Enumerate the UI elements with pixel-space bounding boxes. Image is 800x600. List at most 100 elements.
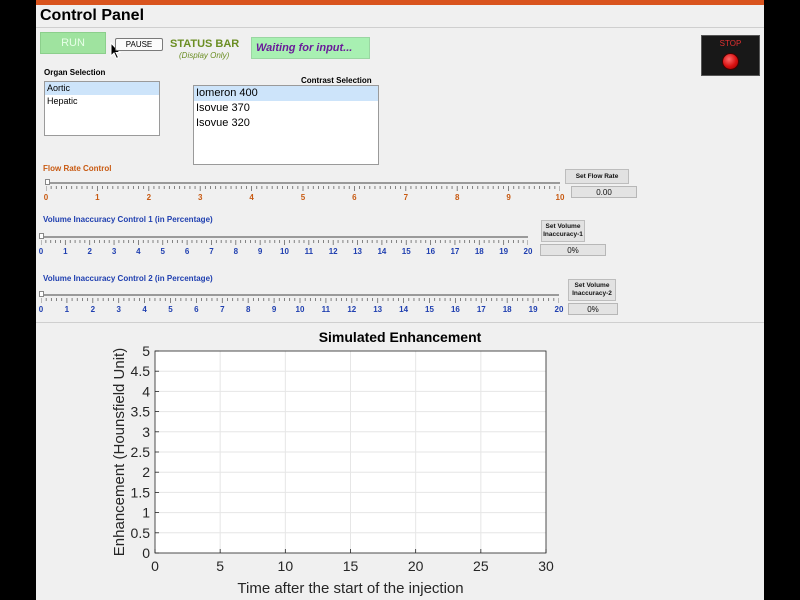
status-bar-label: STATUS BAR	[170, 38, 240, 50]
slider-tick-label: 6	[184, 247, 190, 256]
slider-tick-label: 3	[111, 247, 117, 256]
y-tick-label: 3	[142, 424, 150, 440]
slider-tick-label: 2	[90, 305, 96, 314]
slider-tick-label: 6	[194, 305, 199, 314]
status-bar-sublabel: (Display Only)	[179, 51, 230, 60]
slider-tick-label: 7	[403, 193, 409, 202]
page-title: Control Panel	[40, 7, 145, 24]
run-button[interactable]: RUN	[40, 32, 106, 54]
y-tick-label: 1.5	[131, 484, 151, 500]
slider-tick-label: 2	[87, 247, 92, 256]
slider-tick-label: 4	[136, 247, 141, 256]
y-tick-label: 0.5	[131, 525, 151, 541]
divider	[36, 27, 764, 28]
slider-tick-label: 4	[249, 193, 254, 202]
y-tick-label: 2	[142, 464, 150, 480]
status-bar: Waiting for input...	[251, 37, 370, 59]
flow-rate-label: Flow Rate Control	[43, 164, 112, 173]
slider-tick-label: 15	[401, 247, 411, 256]
slider-tick-label: 0	[38, 247, 44, 256]
slider-tick-label: 18	[502, 305, 512, 314]
stop-lamp-icon	[722, 53, 739, 70]
slider-tick-label: 10	[295, 305, 305, 314]
y-tick-label: 4	[142, 383, 150, 399]
organ-listbox[interactable]: Aortic Hepatic	[44, 81, 160, 136]
slider-tick-label: 5	[168, 305, 173, 314]
slider-tick-label: 15	[425, 305, 434, 314]
y-tick-label: 4.5	[131, 363, 151, 379]
slider-tick-label: 10	[555, 193, 565, 202]
x-tick-label: 20	[408, 558, 424, 574]
set-flow-rate-button[interactable]: Set Flow Rate	[565, 169, 629, 184]
enhancement-chart: 0 5 10 15 20 25 30 0 0.5 1 1.5 2 2.5 3 3.5 4 4.5 5 Time af…	[111, 343, 554, 597]
volume-inaccuracy-1-slider[interactable]	[41, 236, 528, 238]
slider-tick-label: 1	[64, 305, 70, 314]
x-tick-label: 25	[473, 558, 489, 574]
x-axis-label: Time after the start of the injection	[237, 580, 463, 597]
contrast-listbox[interactable]: Iomeron 400 Isovue 370 Isovue 320	[193, 85, 379, 165]
flow-rate-slider[interactable]	[46, 182, 560, 184]
contrast-selection-label: Contrast Selection	[301, 76, 372, 85]
flow-rate-value: 0.00	[571, 186, 637, 198]
volume-inaccuracy-2-label: Volume Inaccuracy Control 2 (in Percenta…	[43, 274, 213, 283]
volume-inaccuracy-1-value: 0%	[540, 244, 606, 256]
y-tick-label: 3.5	[131, 404, 151, 420]
y-tick-label: 1	[142, 505, 150, 521]
slider-tick-label: 5	[300, 193, 306, 202]
slider-tick-label: 1	[63, 247, 68, 256]
volume-inaccuracy-1-tick-marks	[41, 240, 528, 245]
y-tick-label: 2.5	[131, 444, 151, 460]
slider-tick-label: 9	[271, 305, 277, 314]
contrast-item-isovue-320[interactable]: Isovue 320	[194, 116, 378, 131]
slider-tick-label: 16	[450, 305, 460, 314]
slider-tick-label: 9	[506, 193, 511, 202]
slider-tick-label: 13	[353, 247, 362, 256]
organ-item-aortic[interactable]: Aortic	[45, 82, 159, 95]
slider-tick-label: 8	[245, 305, 251, 314]
organ-selection-label: Organ Selection	[44, 68, 106, 77]
divider	[36, 322, 764, 323]
slider-tick-label: 14	[399, 305, 409, 314]
slider-tick-label: 1	[95, 193, 100, 202]
volume-inaccuracy-1-label: Volume Inaccuracy Control 1 (in Percenta…	[43, 215, 213, 224]
slider-tick-label: 20	[523, 247, 533, 256]
slider-tick-label: 19	[528, 305, 538, 314]
flow-rate-slider-thumb[interactable]	[45, 179, 50, 185]
slider-tick-label: 11	[321, 305, 331, 314]
slider-tick-label: 2	[146, 193, 152, 202]
volume-inaccuracy-2-slider[interactable]	[41, 294, 559, 296]
slider-tick-label: 8	[454, 193, 460, 202]
stop-button[interactable]: STOP	[701, 35, 760, 76]
slider-tick-label: 0	[43, 193, 49, 202]
slider-tick-label: 7	[220, 305, 225, 314]
y-axis-label: Enhancement (Hounsfield Unit)	[111, 348, 128, 556]
x-tick-label: 30	[538, 558, 554, 574]
slider-tick-label: 5	[160, 247, 165, 256]
contrast-item-iomeron-400[interactable]: Iomeron 400	[194, 86, 378, 101]
slider-tick-label: 3	[197, 193, 203, 202]
slider-tick-label: 12	[347, 305, 357, 314]
slider-tick-label: 16	[426, 247, 436, 256]
slider-tick-label: 6	[352, 193, 357, 202]
accent-bar	[36, 0, 764, 5]
y-tick-label: 5	[142, 343, 150, 359]
slider-tick-label: 0	[38, 305, 44, 314]
slider-tick-label: 8	[233, 247, 239, 256]
y-tick-label: 0	[142, 545, 150, 561]
contrast-item-isovue-370[interactable]: Isovue 370	[194, 101, 378, 116]
slider-tick-label: 17	[476, 305, 486, 314]
slider-tick-label: 19	[499, 247, 509, 256]
slider-tick-label: 17	[450, 247, 460, 256]
slider-tick-label: 9	[257, 247, 263, 256]
volume-inaccuracy-1-slider-thumb[interactable]	[39, 233, 44, 239]
volume-inaccuracy-2-tick-marks	[41, 298, 559, 303]
set-volume-inaccuracy-1-button[interactable]: Set Volume Inaccuracy-1	[541, 220, 585, 242]
slider-tick-label: 14	[377, 247, 387, 256]
volume-inaccuracy-2-slider-thumb[interactable]	[39, 291, 44, 297]
slider-tick-label: 11	[304, 247, 314, 256]
pause-button[interactable]: PAUSE	[115, 38, 163, 51]
x-tick-label: 5	[216, 558, 224, 574]
slider-tick-label: 3	[116, 305, 121, 314]
set-volume-inaccuracy-2-button[interactable]: Set Volume Inaccuracy-2	[568, 279, 616, 301]
organ-item-hepatic[interactable]: Hepatic	[45, 95, 159, 108]
